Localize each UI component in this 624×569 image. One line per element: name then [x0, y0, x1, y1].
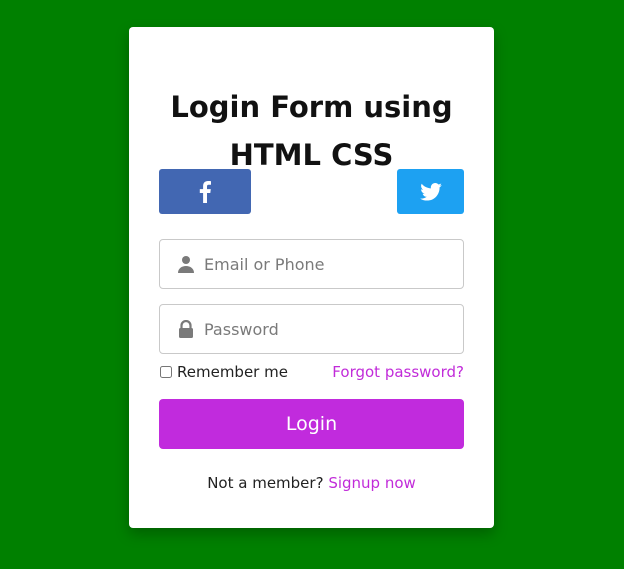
title-line-2: HTML CSS	[229, 138, 394, 172]
remember-me-checkbox[interactable]	[160, 366, 172, 378]
remember-me-label: Remember me	[177, 363, 288, 381]
login-card: Login Form using HTML CSS Remember me For…	[129, 27, 494, 528]
remember-me: Remember me	[159, 361, 288, 383]
title-line-1: Login Form using	[170, 90, 453, 124]
signup-prompt-text: Not a member?	[207, 474, 324, 492]
signup-link[interactable]: Signup now	[328, 474, 415, 492]
twitter-icon	[419, 182, 442, 201]
facebook-icon	[199, 180, 211, 203]
password-input[interactable]	[204, 305, 454, 353]
login-button[interactable]: Login	[159, 399, 464, 449]
lock-icon	[179, 320, 193, 338]
signup-prompt: Not a member? Signup now	[129, 474, 494, 492]
email-input[interactable]	[204, 240, 454, 288]
forgot-password-link[interactable]: Forgot password?	[332, 361, 464, 383]
page-title: Login Form using HTML CSS	[129, 83, 494, 179]
password-field	[159, 304, 464, 354]
user-icon	[178, 256, 194, 273]
email-field	[159, 239, 464, 289]
twitter-login-button[interactable]	[397, 169, 464, 214]
facebook-login-button[interactable]	[159, 169, 251, 214]
